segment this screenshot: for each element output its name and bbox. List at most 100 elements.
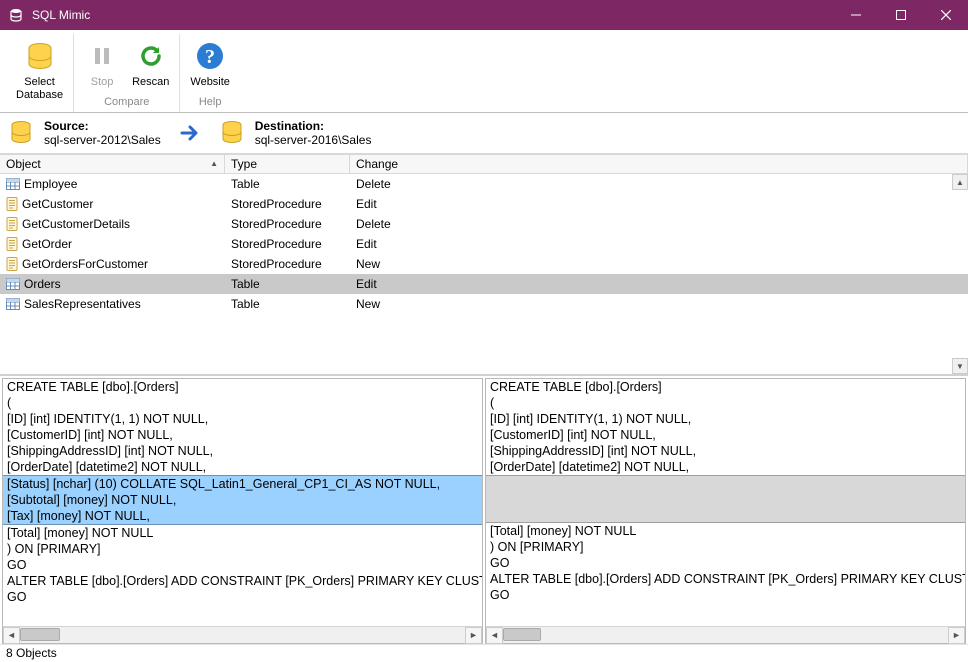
destination-label: Destination: [255,119,372,133]
column-header-object[interactable]: Object ▲ [0,155,225,173]
source-destination-strip: Source: sql-server-2012\Sales Destinatio… [0,113,968,154]
table-row[interactable]: GetCustomerDetailsStoredProcedureDelete [0,214,968,234]
ribbon-toolbar: SelectDatabase Stop RescanCompare? Website H… [0,30,968,113]
diff-line: [CustomerID] [int] NOT NULL, [3,427,482,443]
diff-pane-destination: CREATE TABLE [dbo].[Orders]([ID] [int] I… [485,378,966,644]
object-name: Employee [24,177,77,191]
diff-line: GO [486,555,965,571]
table-row[interactable]: GetCustomer StoredProcedureEdit [0,194,968,214]
ribbon-group: ? Website Help [180,34,240,112]
destination-value: sql-server-2016\Sales [255,133,372,147]
rescan-button[interactable]: Rescan [126,34,175,93]
diff-body-source[interactable]: CREATE TABLE [dbo].[Orders]([ID] [int] I… [3,379,482,626]
database-icon [8,119,36,147]
arrow-right-icon [179,122,201,144]
diff-line: GO [3,557,482,573]
object-type: Table [225,297,350,311]
object-name: GetOrder [22,237,72,251]
object-name: GetOrdersForCustomer [22,257,148,271]
change-type: New [350,257,968,271]
ribbon-group: Stop RescanCompare [74,34,180,112]
object-type: StoredProcedure [225,197,350,211]
diff-line: ( [3,395,482,411]
stored-procedure-icon [6,197,18,211]
diff-line-changed: [Subtotal] [money] NOT NULL, [3,492,482,508]
svg-text:?: ? [205,46,215,68]
object-name: GetCustomer [22,197,93,211]
diff-line: CREATE TABLE [dbo].[Orders] [486,379,965,395]
column-header-type[interactable]: Type [225,155,350,173]
sort-indicator-icon: ▲ [210,159,218,168]
change-type: Edit [350,237,968,251]
object-name: GetCustomerDetails [22,217,130,231]
database-icon [219,119,247,147]
diff-line: GO [486,587,965,603]
scroll-down-arrow[interactable]: ▼ [952,358,968,374]
table-icon [6,298,20,310]
change-type: New [350,297,968,311]
diff-line: [OrderDate] [datetime2] NOT NULL, [3,459,482,475]
select-db-button[interactable]: SelectDatabase [10,34,69,106]
ribbon-button-label: SelectDatabase [16,76,63,102]
pause-icon [88,38,116,74]
change-type: Edit [350,197,968,211]
diff-line: [ID] [int] IDENTITY(1, 1) NOT NULL, [3,411,482,427]
minimize-button[interactable] [833,0,878,30]
scroll-left-arrow[interactable]: ◄ [486,627,503,644]
change-type: Edit [350,277,968,291]
ribbon-group-label: Help [199,93,222,109]
scroll-right-arrow[interactable]: ► [948,627,965,644]
scroll-left-arrow[interactable]: ◄ [3,627,20,644]
rescan-icon [137,38,165,74]
table-row[interactable]: GetOrder StoredProcedureEdit [0,234,968,254]
stored-procedure-icon [6,217,18,231]
ribbon-button-label: Stop [91,76,114,89]
object-type: StoredProcedure [225,237,350,251]
grid-header: Object ▲ Type Change [0,154,968,174]
db-yellow-icon [24,38,56,74]
object-name: Orders [24,277,61,291]
diff-area: CREATE TABLE [dbo].[Orders]([ID] [int] I… [0,376,968,644]
diff-line: [OrderDate] [datetime2] NOT NULL, [486,459,965,475]
maximize-button[interactable] [878,0,923,30]
ribbon-group: SelectDatabase [6,34,74,112]
table-row[interactable]: GetOrdersForCustomer StoredProcedureNew [0,254,968,274]
object-type: Table [225,277,350,291]
diff-line: ALTER TABLE [dbo].[Orders] ADD CONSTRAIN… [3,573,482,589]
scroll-up-arrow[interactable]: ▲ [952,174,968,190]
column-header-label: Object [6,157,41,171]
stop-button: Stop [78,34,126,93]
scroll-right-arrow[interactable]: ► [465,627,482,644]
object-type: StoredProcedure [225,257,350,271]
scroll-thumb[interactable] [503,628,541,641]
destination-block: Destination: sql-server-2016\Sales [219,119,372,147]
source-value: sql-server-2012\Sales [44,133,161,147]
diff-line: CREATE TABLE [dbo].[Orders] [3,379,482,395]
source-label: Source: [44,119,161,133]
diff-line: [ShippingAddressID] [int] NOT NULL, [486,443,965,459]
table-row[interactable]: EmployeeTableDelete [0,174,968,194]
ribbon-button-label: Website [190,76,230,89]
diff-line: [CustomerID] [int] NOT NULL, [486,427,965,443]
diff-pane-source: CREATE TABLE [dbo].[Orders]([ID] [int] I… [2,378,483,644]
website-button[interactable]: ? Website [184,34,236,93]
help-icon: ? [195,38,225,74]
diff-line: ( [486,395,965,411]
scroll-thumb[interactable] [20,628,60,641]
diff-line: ) ON [PRIMARY] [3,541,482,557]
diff-body-destination[interactable]: CREATE TABLE [dbo].[Orders]([ID] [int] I… [486,379,965,626]
table-row[interactable]: Orders TableEdit [0,274,968,294]
hscroll-source[interactable]: ◄ ► [3,626,482,643]
diff-line: [ID] [int] IDENTITY(1, 1) NOT NULL, [486,411,965,427]
window-title: SQL Mimic [32,8,833,22]
diff-line: ) ON [PRIMARY] [486,539,965,555]
table-row[interactable]: SalesRepresentativesTableNew [0,294,968,314]
change-type: Delete [350,217,968,231]
column-header-change[interactable]: Change [350,155,968,173]
diff-line: GO [3,589,482,605]
diff-line-changed: [Status] [nchar] (10) COLLATE SQL_Latin1… [3,475,482,492]
diff-line-changed: [Tax] [money] NOT NULL, [3,508,482,525]
hscroll-destination[interactable]: ◄ ► [486,626,965,643]
close-button[interactable] [923,0,968,30]
ribbon-group-label: Compare [104,93,149,109]
